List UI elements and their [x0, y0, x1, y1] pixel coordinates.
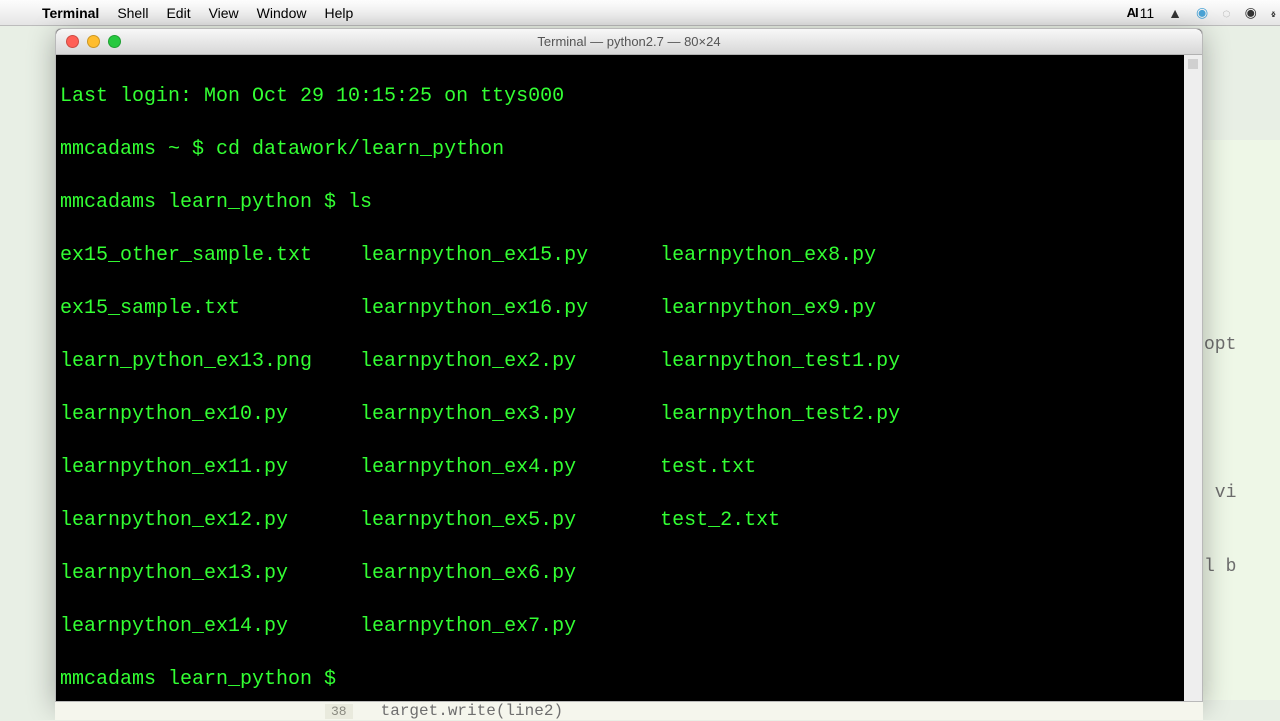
terminal-line: learnpython_ex11.py learnpython_ex4.py t…	[56, 455, 1202, 482]
menubar-item-shell[interactable]: Shell	[117, 5, 148, 21]
google-drive-icon[interactable]: ▲	[1168, 5, 1182, 21]
updates-icon[interactable]: ◌	[1222, 5, 1230, 21]
terminal-line: mmcadams ~ $ cd datawork/learn_python	[56, 137, 1202, 164]
close-button[interactable]	[66, 35, 79, 48]
editor-line-number: 38	[325, 704, 353, 719]
terminal-line: ex15_sample.txt learnpython_ex16.py lear…	[56, 296, 1202, 323]
terminal-content[interactable]: Last login: Mon Oct 29 10:15:25 on ttys0…	[56, 55, 1202, 701]
terminal-scrollbar[interactable]	[1184, 55, 1202, 701]
scrollbar-indicator	[1188, 59, 1198, 69]
zoom-button[interactable]	[108, 35, 121, 48]
menubar-item-view[interactable]: View	[209, 5, 239, 21]
terminal-line: learnpython_ex14.py learnpython_ex7.py	[56, 614, 1202, 641]
terminal-titlebar[interactable]: Terminal — python2.7 — 80×24	[56, 29, 1202, 55]
adobe-menu-icon[interactable]: AI 11	[1127, 5, 1155, 21]
terminal-line: Last login: Mon Oct 29 10:15:25 on ttys0…	[56, 84, 1202, 111]
terminal-line: learnpython_ex12.py learnpython_ex5.py t…	[56, 508, 1202, 535]
terminal-line: learn_python_ex13.png learnpython_ex2.py…	[56, 349, 1202, 376]
sync-globe-icon[interactable]: ◉	[1196, 4, 1208, 21]
terminal-window: Terminal — python2.7 — 80×24 Last login:…	[55, 28, 1203, 702]
terminal-line: ex15_other_sample.txt learnpython_ex15.p…	[56, 243, 1202, 270]
terminal-line: mmcadams learn_python $ ls	[56, 190, 1202, 217]
editor-code-fragment: target.write(line2)	[381, 702, 563, 720]
terminal-line: mmcadams learn_python $	[56, 667, 1202, 694]
background-editor-line: 38 target.write(line2)	[55, 702, 1203, 720]
minimize-button[interactable]	[87, 35, 100, 48]
macos-menubar: Terminal Shell Edit View Window Help AI …	[0, 0, 1280, 26]
terminal-line: learnpython_ex10.py learnpython_ex3.py l…	[56, 402, 1202, 429]
menubar-app-name[interactable]: Terminal	[42, 5, 99, 21]
evernote-icon[interactable]: ◉	[1245, 4, 1257, 21]
terminal-line: learnpython_ex13.py learnpython_ex6.py	[56, 561, 1202, 588]
terminal-window-title: Terminal — python2.7 — 80×24	[56, 34, 1202, 49]
menubar-item-help[interactable]: Help	[324, 5, 353, 21]
nav-arrows-icon[interactable]: ‹ ›	[1271, 5, 1272, 21]
background-editor-window: opt vi l b	[1200, 140, 1280, 700]
menubar-item-window[interactable]: Window	[257, 5, 307, 21]
menubar-item-edit[interactable]: Edit	[166, 5, 190, 21]
